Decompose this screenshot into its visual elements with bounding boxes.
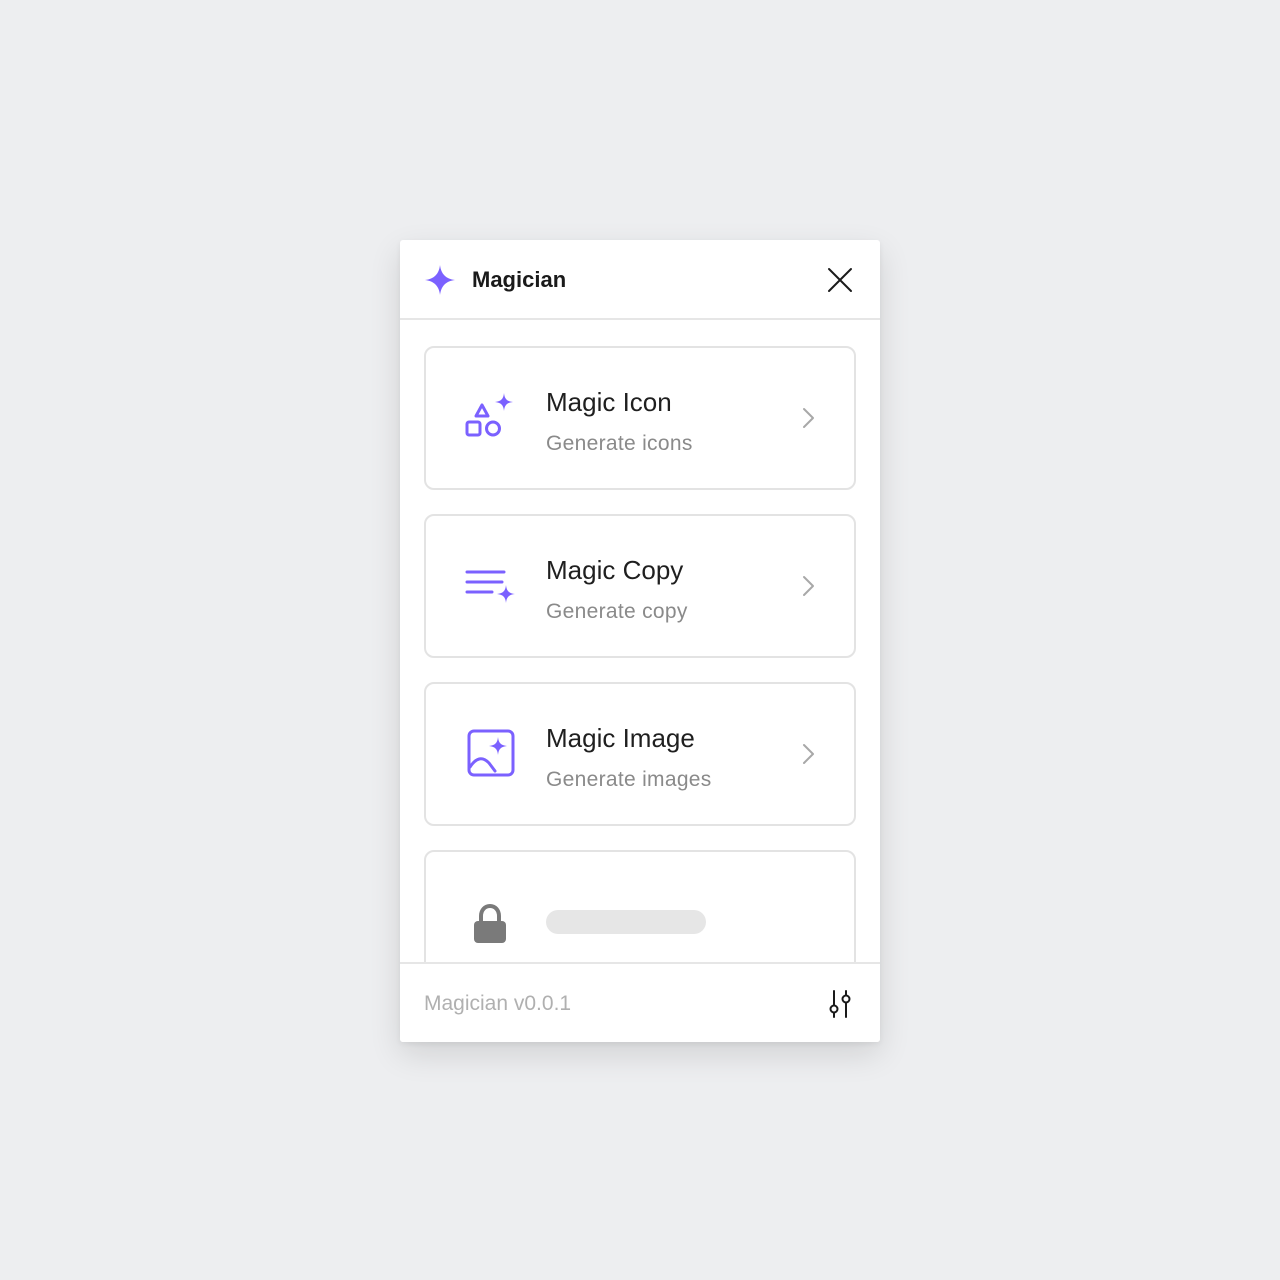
tool-list[interactable]: Magic Icon Generate icons Magic Copy Gen… [400,320,880,962]
version-label: Magician v0.0.1 [424,992,572,1015]
magician-panel: Magician Magic Icon Generate icons Magic… [400,240,880,1042]
image-sparkle-icon [467,729,515,777]
tool-card-magic-image[interactable]: Magic Image Generate images [424,682,856,826]
chevron-right-icon [803,408,814,428]
tool-name: Magic Copy [546,555,684,585]
tool-card-locked [424,850,856,962]
close-icon[interactable] [824,264,856,296]
sparkle-logo-icon [425,265,455,295]
shapes-sparkle-icon [465,393,513,437]
panel-footer: Magician v0.0.1 [400,962,880,1042]
chevron-right-icon [803,744,814,764]
tool-card-magic-copy[interactable]: Magic Copy Generate copy [424,514,856,658]
tool-description: Generate images [546,768,712,791]
tool-description: Generate copy [546,600,688,623]
panel-title: Magician [472,267,567,292]
text-sparkle-icon [465,570,515,603]
panel-header: Magician [400,240,880,320]
chevron-right-icon [803,576,814,596]
tool-card-magic-icon[interactable]: Magic Icon Generate icons [424,346,856,490]
locked-title-placeholder [546,910,706,934]
tool-name: Magic Icon [546,387,672,417]
lock-icon [474,903,506,943]
tool-description: Generate icons [546,432,693,455]
settings-sliders-icon[interactable] [824,988,856,1020]
tool-name: Magic Image [546,723,695,753]
